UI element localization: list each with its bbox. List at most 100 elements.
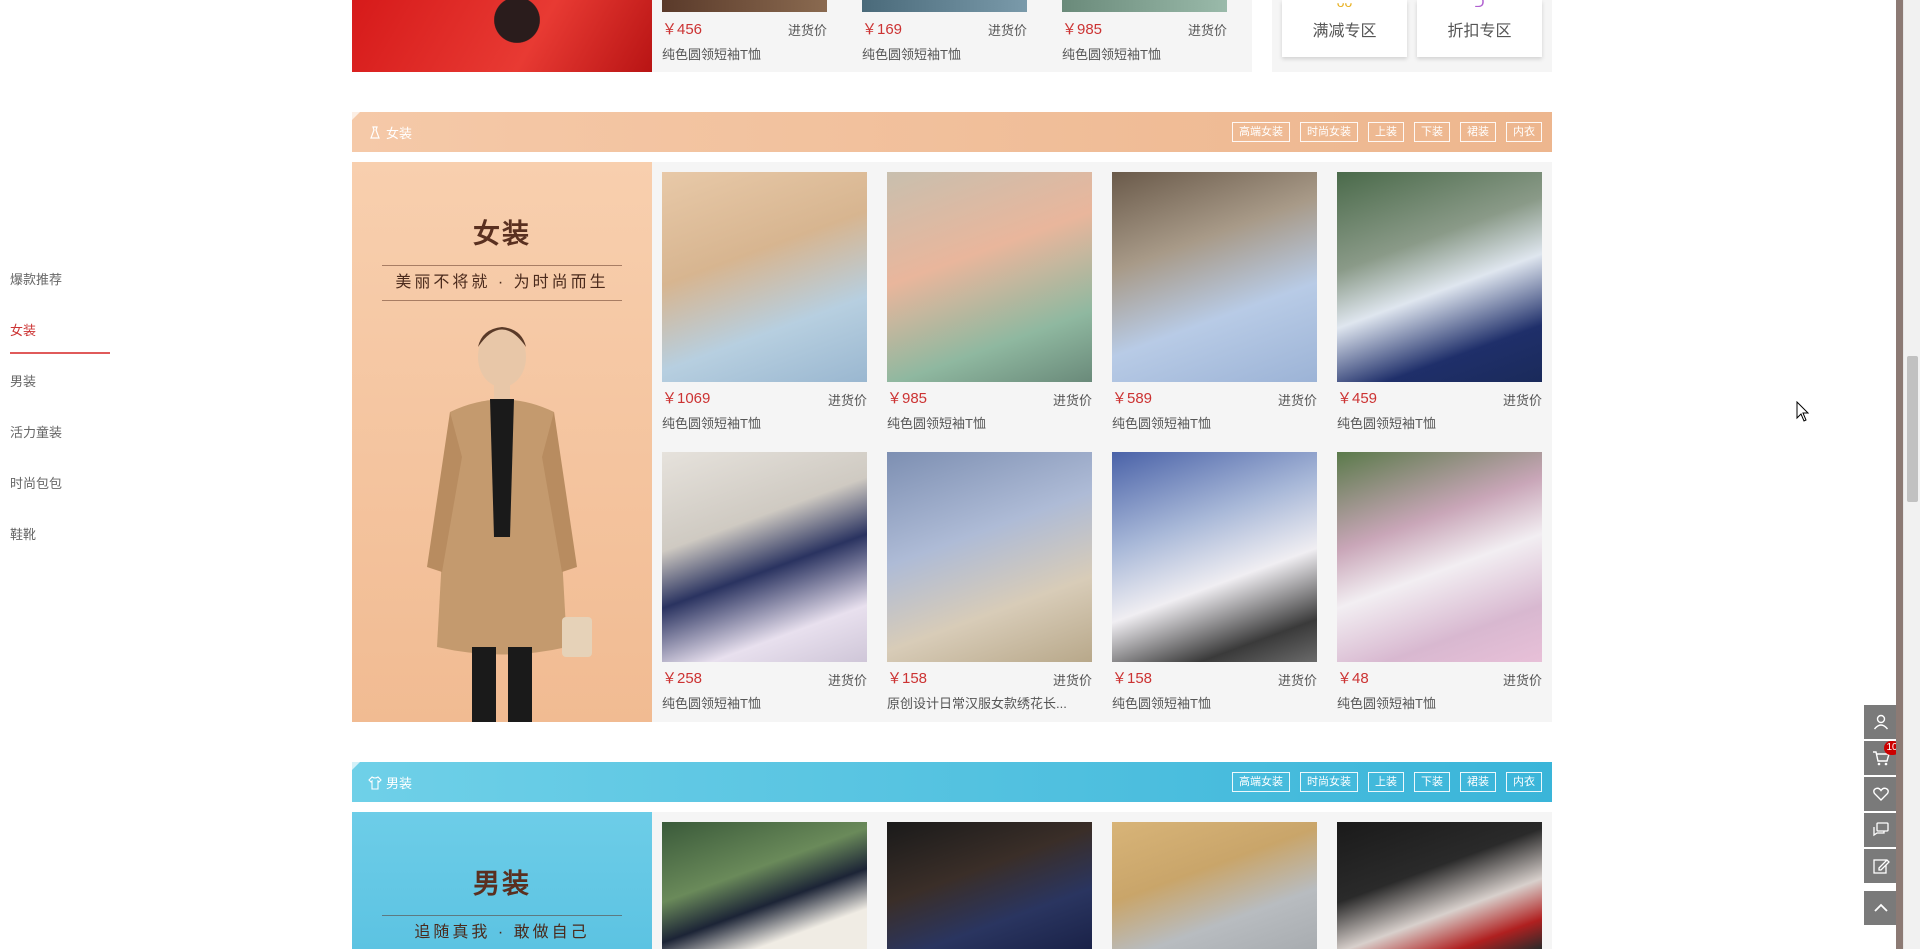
product-image[interactable] (662, 0, 827, 12)
product-image[interactable] (662, 822, 867, 949)
product-card[interactable]: ￥1069 进货价 纯色圆领短袖T恤 (662, 172, 867, 442)
floor-tag[interactable]: 高端女装 (1232, 122, 1290, 142)
floor-nav-item-men[interactable]: 男装 (10, 367, 110, 418)
mouse-cursor-icon (1796, 401, 1810, 422)
sale-icon: ᑐ (1474, 0, 1485, 10)
price-tag: 进货价 (1277, 673, 1317, 688)
product-card[interactable]: ￥48 进货价 纯色圆领短袖T恤 (1337, 452, 1542, 722)
product-name[interactable]: 纯色圆领短袖T恤 (1112, 693, 1317, 712)
floor-body: 女装 美丽不将就 · 为时尚而生 ￥1069 进货价 纯色圆领短袖T恤 ￥985… (352, 162, 1552, 722)
floor-tag[interactable]: 内衣 (1506, 772, 1542, 792)
floor-tag[interactable]: 高端女装 (1232, 772, 1290, 792)
price-tag: 进货价 (1502, 393, 1542, 408)
discount-icon: ᴗᴗ (1336, 0, 1353, 10)
product-name[interactable]: 纯色圆领短袖T恤 (1112, 413, 1317, 432)
product-card[interactable] (1337, 822, 1542, 949)
scrollbar-thumb[interactable] (1907, 356, 1918, 502)
product-card[interactable]: ￥158 进货价 纯色圆领短袖T恤 (1112, 452, 1317, 722)
product-card[interactable]: ￥985 进货价 纯色圆领短袖T恤 (887, 172, 1092, 442)
sale-zone-button[interactable]: ᑐ 折扣专区 (1417, 0, 1542, 57)
floor-title: 女装 (368, 123, 412, 142)
product-grid (652, 812, 1552, 949)
product-name[interactable]: 纯色圆领短袖T恤 (662, 693, 867, 712)
floor-banner[interactable]: 女装 美丽不将就 · 为时尚而生 (352, 162, 652, 722)
product-price: ￥459 (1337, 390, 1378, 407)
floor-tag[interactable]: 时尚女装 (1300, 772, 1358, 792)
discount-zone-button[interactable]: ᴗᴗ 满减专区 (1282, 0, 1407, 57)
product-card[interactable]: ￥985 进货价 纯色圆领短袖T恤 (1052, 0, 1237, 72)
floor-banner[interactable]: 男装 追随真我 · 敢做自己 (352, 812, 652, 949)
product-image[interactable] (1337, 172, 1542, 382)
product-name[interactable]: 纯色圆领短袖T恤 (1337, 693, 1542, 712)
product-card[interactable] (662, 822, 867, 949)
previous-floor-remnant: ￥456 进货价 纯色圆领短袖T恤 ￥169 进货价 纯色圆领短袖T恤 ￥985… (352, 0, 1552, 72)
product-image[interactable] (862, 0, 1027, 12)
product-image[interactable] (1112, 452, 1317, 662)
favorites-button[interactable] (1864, 777, 1898, 811)
floor-tag[interactable]: 下装 (1414, 122, 1450, 142)
window-edge (1896, 0, 1903, 949)
product-name[interactable]: 纯色圆领短袖T恤 (887, 413, 1092, 432)
product-image[interactable] (1112, 172, 1317, 382)
floor-title-text: 男装 (386, 776, 413, 791)
product-card[interactable]: ￥258 进货价 纯色圆领短袖T恤 (662, 452, 867, 722)
product-name[interactable]: 纯色圆领短袖T恤 (662, 413, 867, 432)
product-name[interactable]: 纯色圆领短袖T恤 (662, 44, 761, 63)
price-tag: 进货价 (987, 23, 1027, 38)
product-image[interactable] (1337, 452, 1542, 662)
floor-nav-item-women[interactable]: 女装 (10, 316, 110, 367)
product-card[interactable]: ￥158 进货价 原创设计日常汉服女款绣花长... (887, 452, 1092, 722)
product-image[interactable] (1062, 0, 1227, 12)
feedback-button[interactable] (1864, 849, 1898, 883)
zone-label: 折扣专区 (1447, 23, 1512, 40)
product-image[interactable] (1337, 822, 1542, 949)
floor-nav-item-hot[interactable]: 爆款推荐 (10, 265, 110, 316)
floor-women: 女装 高端女装 时尚女装 上装 下装 裙装 内衣 女装 美丽不将就 · 为时尚而… (352, 112, 1552, 722)
product-card[interactable] (887, 822, 1092, 949)
product-image[interactable] (662, 172, 867, 382)
user-button[interactable] (1864, 705, 1898, 739)
product-name[interactable]: 纯色圆领短袖T恤 (862, 44, 961, 63)
product-card[interactable]: ￥589 进货价 纯色圆领短袖T恤 (1112, 172, 1317, 442)
floor-tag[interactable]: 裙装 (1460, 122, 1496, 142)
floor-nav-item-shoes[interactable]: 鞋靴 (10, 520, 110, 571)
floor-tag[interactable]: 上装 (1368, 122, 1404, 142)
product-name[interactable]: 原创设计日常汉服女款绣花长... (887, 693, 1092, 712)
floor-tag[interactable]: 时尚女装 (1300, 122, 1358, 142)
previous-floor-goods: ￥456 进货价 纯色圆领短袖T恤 ￥169 进货价 纯色圆领短袖T恤 ￥985… (652, 0, 1252, 72)
zone-label: 满减专区 (1312, 23, 1377, 40)
chat-button[interactable] (1864, 813, 1898, 847)
user-icon (1873, 714, 1889, 730)
previous-floor-banner-image[interactable] (352, 0, 652, 72)
price-tag: 进货价 (787, 23, 827, 38)
price-tag: 进货价 (1052, 393, 1092, 408)
corner-decoration (352, 112, 360, 120)
product-price: ￥1069 (662, 390, 711, 407)
product-price: ￥48 (1337, 670, 1369, 687)
floor-nav-item-kids[interactable]: 活力童装 (10, 418, 110, 469)
price-tag: 进货价 (1277, 393, 1317, 408)
banner-subtitle: 追随真我 · 敢做自己 (382, 915, 622, 949)
product-image[interactable] (662, 452, 867, 662)
product-image[interactable] (887, 172, 1092, 382)
product-image[interactable] (887, 822, 1092, 949)
product-card[interactable] (1112, 822, 1317, 949)
floor-tag[interactable]: 下装 (1414, 772, 1450, 792)
product-image[interactable] (887, 452, 1092, 662)
floor-header: 女装 高端女装 时尚女装 上装 下装 裙装 内衣 (352, 112, 1552, 152)
floor-tag[interactable]: 上装 (1368, 772, 1404, 792)
cart-button[interactable]: 10 (1864, 741, 1900, 775)
banner-title: 男装 (473, 869, 531, 899)
vertical-scrollbar[interactable] (1903, 0, 1920, 949)
back-to-top-button[interactable] (1864, 891, 1898, 925)
product-image[interactable] (1112, 822, 1317, 949)
heart-icon (1873, 787, 1889, 801)
product-card[interactable]: ￥456 进货价 纯色圆领短袖T恤 (652, 0, 837, 72)
product-name[interactable]: 纯色圆领短袖T恤 (1062, 44, 1161, 63)
product-card[interactable]: ￥169 进货价 纯色圆领短袖T恤 (852, 0, 1037, 72)
product-name[interactable]: 纯色圆领短袖T恤 (1337, 413, 1542, 432)
floor-nav-item-bags[interactable]: 时尚包包 (10, 469, 110, 520)
floor-tag[interactable]: 裙装 (1460, 772, 1496, 792)
product-card[interactable]: ￥459 进货价 纯色圆领短袖T恤 (1337, 172, 1542, 442)
floor-tag[interactable]: 内衣 (1506, 122, 1542, 142)
